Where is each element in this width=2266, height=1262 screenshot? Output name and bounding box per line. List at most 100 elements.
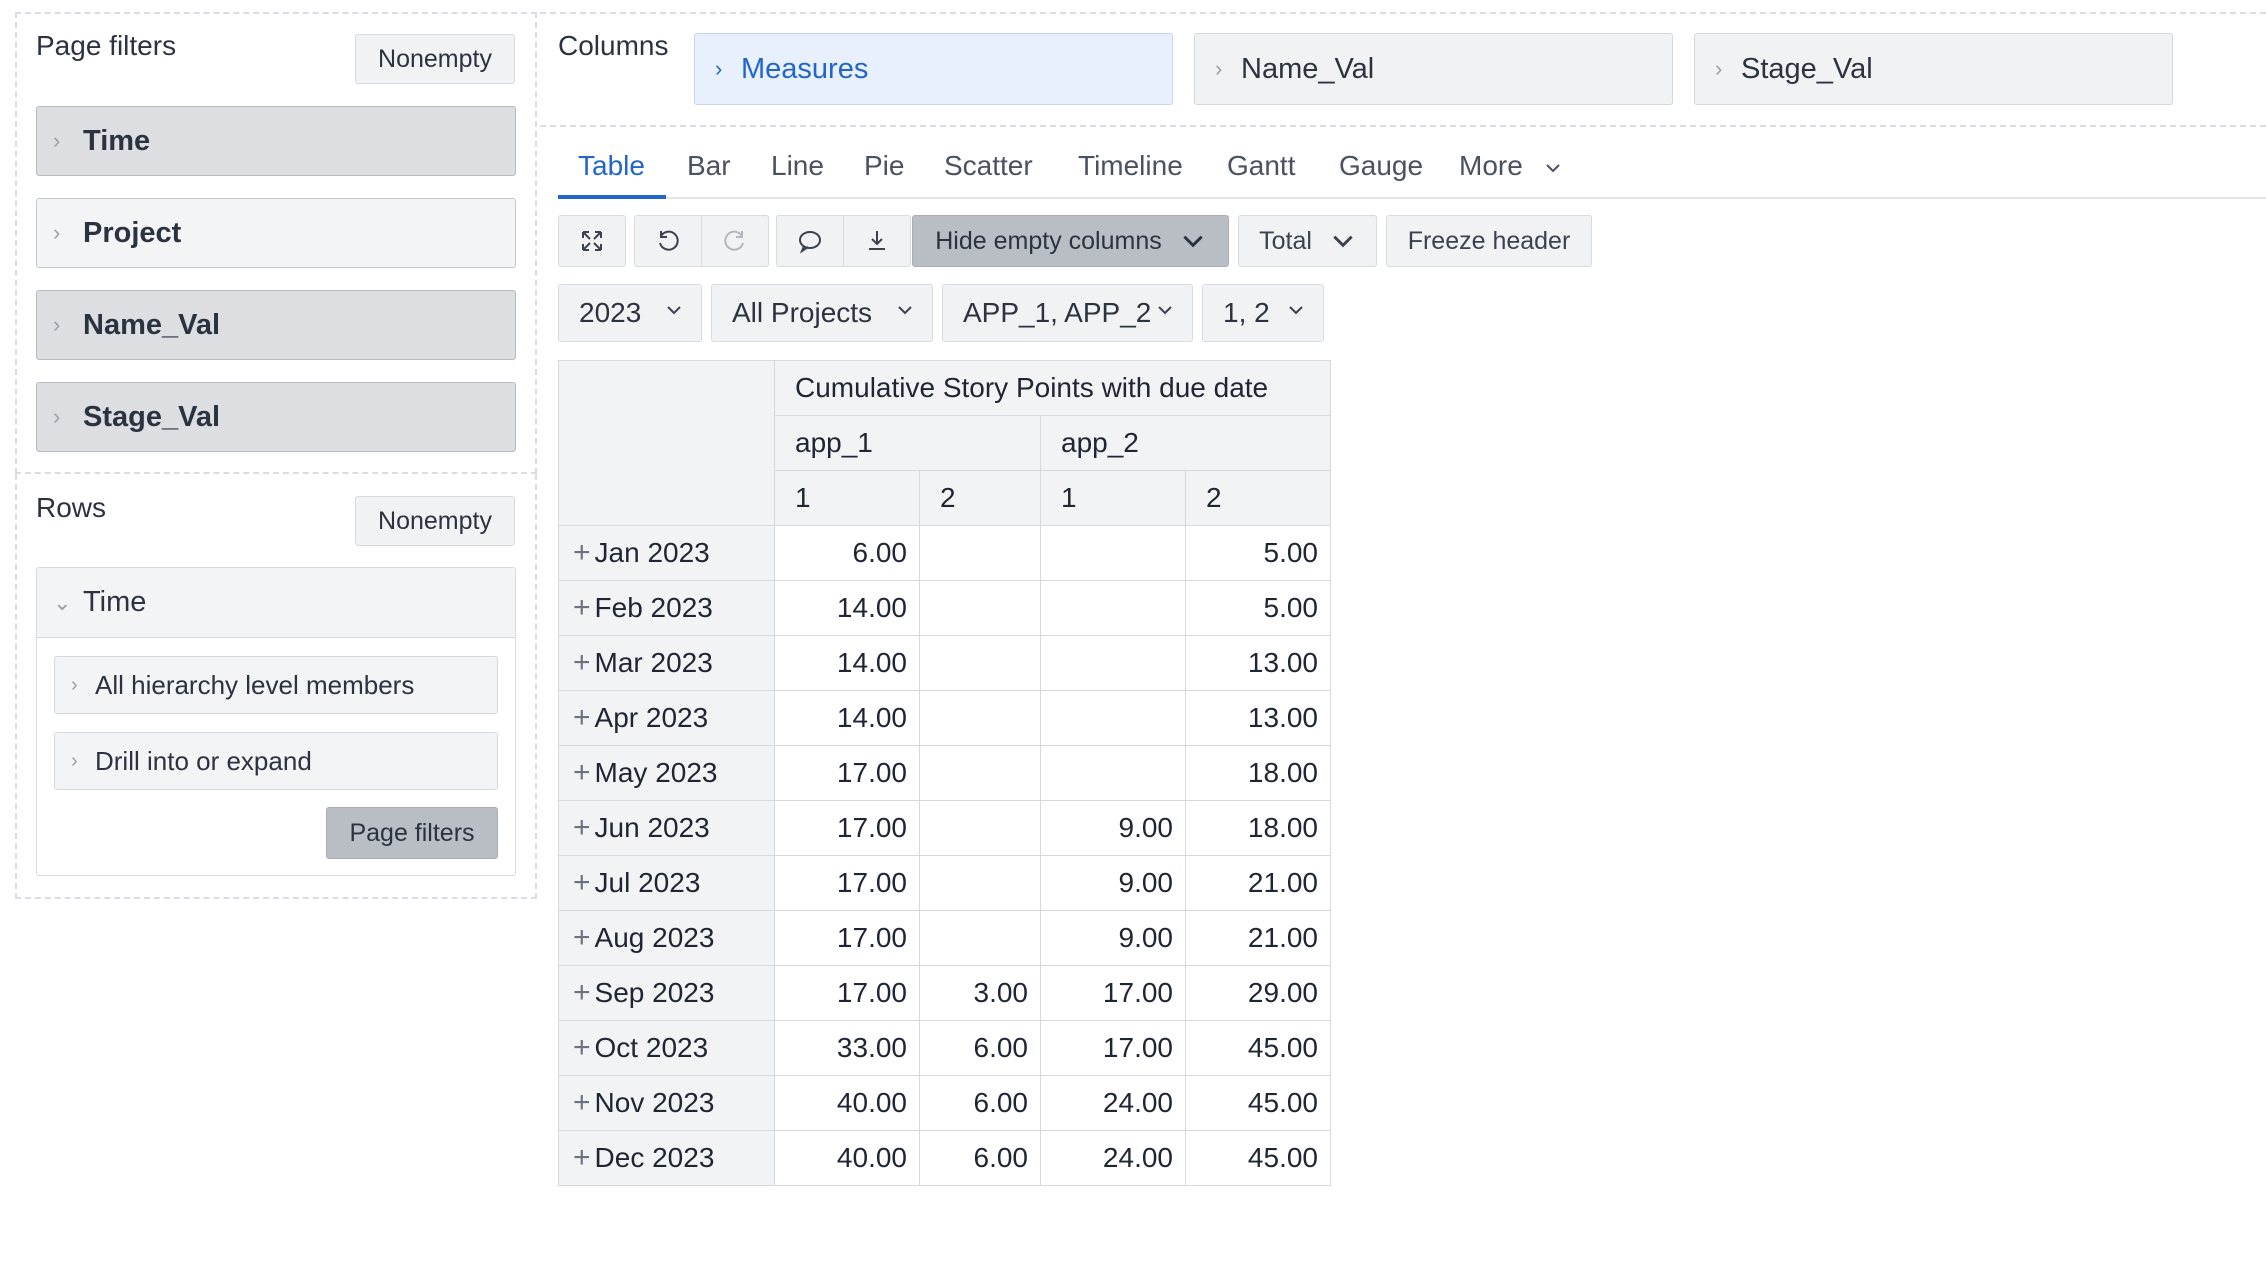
chevron-down-icon: [667, 306, 681, 315]
value-cell: 6.00: [919, 1020, 1041, 1076]
row-label: Aug 2023: [594, 922, 715, 953]
tab-gantt[interactable]: Gantt: [1227, 150, 1295, 182]
app-header[interactable]: app_2: [1040, 415, 1331, 471]
row-header[interactable]: + Sep 2023: [558, 965, 775, 1021]
export-button[interactable]: [843, 215, 911, 267]
value-cell: 9.00: [1040, 800, 1186, 856]
expand-plus-icon[interactable]: +: [573, 536, 591, 569]
row-header[interactable]: + Jun 2023: [558, 800, 775, 856]
stage-header[interactable]: 2: [919, 470, 1041, 526]
name-val-selector[interactable]: APP_1, APP_2: [942, 284, 1193, 342]
row-label: Oct 2023: [594, 1032, 709, 1063]
stage-header[interactable]: 1: [774, 470, 920, 526]
tab-pie[interactable]: Pie: [864, 150, 904, 182]
stage-val-selector[interactable]: 1, 2: [1202, 284, 1324, 342]
tab-table-indicator: [558, 195, 666, 199]
tab-scatter[interactable]: Scatter: [944, 150, 1033, 182]
expand-plus-icon[interactable]: +: [573, 866, 591, 899]
column-chip-name-val[interactable]: › Name_Val: [1194, 33, 1673, 105]
column-chip-measures[interactable]: › Measures: [694, 33, 1173, 105]
expand-plus-icon[interactable]: +: [573, 756, 591, 789]
row-header[interactable]: + Feb 2023: [558, 580, 775, 636]
expand-plus-icon[interactable]: +: [573, 811, 591, 844]
chevron-down-icon: [1333, 235, 1353, 248]
fullscreen-button[interactable]: [558, 215, 626, 267]
chevron-down-icon: ⌄: [53, 589, 72, 615]
expand-plus-icon[interactable]: +: [573, 1031, 591, 1064]
row-header[interactable]: + Mar 2023: [558, 635, 775, 691]
row-header[interactable]: + Dec 2023: [558, 1130, 775, 1186]
total-dropdown[interactable]: Total: [1238, 215, 1377, 267]
chevron-right-icon: ›: [53, 404, 61, 429]
stage-header[interactable]: 1: [1040, 470, 1186, 526]
project-selector[interactable]: All Projects: [711, 284, 933, 342]
page-filter-label: Stage_Val: [83, 400, 221, 433]
measure-header[interactable]: Cumulative Story Points with due date: [774, 360, 1331, 416]
page-filter-project[interactable]: › Project: [36, 198, 516, 268]
table-row: + Aug 2023 17.00 9.00 21.00: [558, 910, 1331, 966]
value-cell: 6.00: [774, 525, 920, 581]
value-cell: 17.00: [774, 745, 920, 801]
expand-plus-icon[interactable]: +: [573, 701, 591, 734]
value-cell: 14.00: [774, 690, 920, 746]
row-header[interactable]: + Nov 2023: [558, 1075, 775, 1131]
expand-plus-icon[interactable]: +: [573, 646, 591, 679]
rows-time-header[interactable]: ⌄ Time: [37, 568, 515, 638]
year-selector[interactable]: 2023: [558, 284, 702, 342]
freeze-header-button[interactable]: Freeze header: [1386, 215, 1592, 267]
option-label: All hierarchy level members: [95, 669, 415, 700]
tab-table[interactable]: Table: [578, 150, 645, 182]
value-cell: [919, 580, 1041, 636]
stage-val-selector-value: 1, 2: [1223, 297, 1270, 328]
expand-plus-icon[interactable]: +: [573, 1141, 591, 1174]
page-filter-name-val[interactable]: › Name_Val: [36, 290, 516, 360]
value-cell: 21.00: [1185, 855, 1331, 911]
value-cell: 6.00: [919, 1075, 1041, 1131]
redo-icon: [724, 230, 744, 251]
row-header[interactable]: + Aug 2023: [558, 910, 775, 966]
option-drill-into-or-expand[interactable]: › Drill into or expand: [54, 732, 498, 790]
tab-line[interactable]: Line: [771, 150, 824, 182]
row-label: Jan 2023: [594, 537, 710, 568]
rows-nonempty-button[interactable]: Nonempty: [355, 496, 515, 546]
page-filter-label: Time: [83, 124, 151, 157]
row-header[interactable]: + May 2023: [558, 745, 775, 801]
redo-button[interactable]: [701, 215, 769, 267]
tab-gauge[interactable]: Gauge: [1339, 150, 1423, 182]
table-row: + Mar 2023 14.00 13.00: [558, 635, 1331, 691]
expand-plus-icon[interactable]: +: [573, 591, 591, 624]
row-header[interactable]: + Jan 2023: [558, 525, 775, 581]
option-all-hierarchy-level-members[interactable]: › All hierarchy level members: [54, 656, 498, 714]
value-cell: 17.00: [774, 910, 920, 966]
stage-header[interactable]: 2: [1185, 470, 1331, 526]
value-cell: 18.00: [1185, 800, 1331, 856]
tabs-underline: [558, 197, 2266, 199]
tab-timeline[interactable]: Timeline: [1078, 150, 1183, 182]
value-cell: 45.00: [1185, 1020, 1331, 1076]
expand-plus-icon[interactable]: +: [573, 976, 591, 1009]
row-label: Apr 2023: [594, 702, 709, 733]
tab-bar[interactable]: Bar: [687, 150, 731, 182]
page-filters-nonempty-button[interactable]: Nonempty: [355, 34, 515, 84]
rows-title: Rows: [36, 492, 107, 523]
value-cell: [1040, 525, 1186, 581]
row-label: Feb 2023: [594, 592, 713, 623]
row-header[interactable]: + Oct 2023: [558, 1020, 775, 1076]
value-cell: 13.00: [1185, 690, 1331, 746]
column-chip-label: Name_Val: [1241, 52, 1375, 85]
row-header[interactable]: + Apr 2023: [558, 690, 775, 746]
app-header[interactable]: app_1: [774, 415, 1041, 471]
expand-plus-icon[interactable]: +: [573, 921, 591, 954]
tab-more[interactable]: More: [1459, 150, 1563, 182]
page-filters-button[interactable]: Page filters: [326, 807, 498, 859]
expand-plus-icon[interactable]: +: [573, 1086, 591, 1119]
row-header[interactable]: + Jul 2023: [558, 855, 775, 911]
value-cell: 40.00: [774, 1075, 920, 1131]
page-filter-stage-val[interactable]: › Stage_Val: [36, 382, 516, 452]
chevron-right-icon: ›: [71, 749, 78, 772]
column-chip-stage-val[interactable]: › Stage_Val: [1694, 33, 2173, 105]
undo-button[interactable]: [634, 215, 702, 267]
page-filter-time[interactable]: › Time: [36, 106, 516, 176]
hide-empty-columns-dropdown[interactable]: Hide empty columns: [912, 215, 1229, 267]
comment-button[interactable]: [776, 215, 844, 267]
